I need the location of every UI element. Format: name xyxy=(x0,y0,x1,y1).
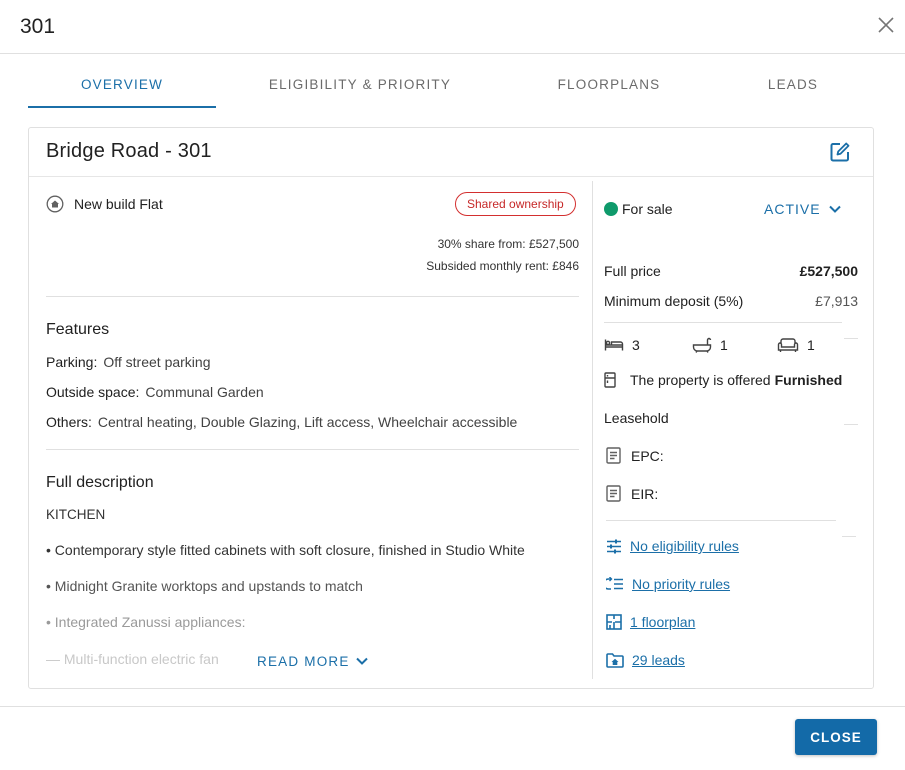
folder-leads-icon xyxy=(606,652,624,668)
active-tab-indicator xyxy=(28,106,216,108)
status-dot xyxy=(604,202,618,216)
description-line: — Multi-function electric fan xyxy=(46,651,219,667)
description-line: • Contemporary style fitted cabinets wit… xyxy=(46,542,525,558)
bath-icon xyxy=(692,337,712,353)
monthly-rent: Subsided monthly rent: £846 xyxy=(426,259,579,273)
document-icon xyxy=(606,447,621,464)
divider xyxy=(46,296,579,297)
description-line: • Integrated Zanussi appliances: xyxy=(46,614,246,630)
property-dialog: 301 OVERVIEW ELIGIBILITY & PRIORITY FLOO… xyxy=(0,0,905,770)
furnished-row: The property is offered Furnished xyxy=(604,372,842,388)
chevron-down-icon xyxy=(828,205,841,213)
tab-floorplans[interactable]: FLOORPLANS xyxy=(512,54,706,110)
feature-value: Communal Garden xyxy=(145,384,264,400)
sale-status: For sale xyxy=(604,201,673,217)
divider xyxy=(844,424,858,425)
deposit-row: Minimum deposit (5%) £7,913 xyxy=(604,293,858,309)
sliders-icon xyxy=(607,539,621,553)
property-type: New build Flat xyxy=(74,196,163,212)
floorplan-label[interactable]: 1 floorplan xyxy=(630,614,695,630)
chevron-down-icon xyxy=(355,657,368,665)
epc-row: EPC: xyxy=(606,447,664,464)
priority-rules-link[interactable]: No priority rules xyxy=(606,576,730,592)
living-room-count: 1 xyxy=(807,337,815,353)
column-divider xyxy=(592,181,593,679)
epc-label: EPC: xyxy=(631,447,664,464)
feature-value: Central heating, Double Glazing, Lift ac… xyxy=(97,414,518,430)
features-heading: Features xyxy=(46,321,110,338)
full-price-row: Full price £527,500 xyxy=(604,263,858,279)
bathroom-count: 1 xyxy=(720,337,728,353)
property-card: Bridge Road - 301 New build Flat Shared … xyxy=(28,127,874,689)
read-more-button[interactable]: READ MORE xyxy=(255,651,370,671)
eligibility-rules-label[interactable]: No eligibility rules xyxy=(630,538,739,554)
feature-value: Off street parking xyxy=(103,354,211,370)
dialog-header: 301 xyxy=(0,0,905,54)
full-price-label: Full price xyxy=(604,263,661,279)
feature-others: Others: Central heating, Double Glazing, … xyxy=(46,414,517,430)
home-icon xyxy=(46,195,64,213)
tenure: Leasehold xyxy=(604,410,669,426)
divider xyxy=(604,322,842,323)
share-price: 30% share from: £527,500 xyxy=(437,237,579,251)
dialog-title: 301 xyxy=(20,15,56,38)
furnished-prefix: The property is offered xyxy=(630,372,771,388)
ownership-badge: Shared ownership xyxy=(455,192,576,216)
leads-link[interactable]: 29 leads xyxy=(606,652,685,668)
feature-key: Others: xyxy=(46,414,92,430)
divider xyxy=(844,338,858,339)
eir-label: EIR: xyxy=(631,485,659,502)
eligibility-rules-link[interactable]: No eligibility rules xyxy=(606,538,739,554)
document-icon xyxy=(606,485,621,502)
bathrooms: 1 xyxy=(692,337,777,353)
bedroom-count: 3 xyxy=(632,337,640,353)
bedrooms: 3 xyxy=(604,337,692,353)
divider xyxy=(842,536,856,537)
property-type-row: New build Flat xyxy=(46,193,163,215)
priority-rules-label[interactable]: No priority rules xyxy=(632,576,730,592)
priority-list-icon xyxy=(606,577,623,590)
tab-overview[interactable]: OVERVIEW xyxy=(28,54,216,110)
feature-key: Parking: xyxy=(46,354,98,370)
close-icon[interactable] xyxy=(876,15,896,35)
status-text: For sale xyxy=(622,201,673,217)
feature-outside-space: Outside space: Communal Garden xyxy=(46,384,264,400)
divider xyxy=(606,520,836,521)
living-rooms: 1 xyxy=(777,337,815,353)
state-dropdown[interactable]: ACTIVE xyxy=(764,201,841,217)
property-title: Bridge Road - 301 xyxy=(46,140,212,162)
tab-leads[interactable]: LEADS xyxy=(744,54,842,110)
floorplan-link[interactable]: 1 floorplan xyxy=(606,614,695,630)
furnished-value: Furnished xyxy=(774,372,843,388)
close-button[interactable]: CLOSE xyxy=(795,719,877,755)
fridge-icon xyxy=(604,372,616,388)
footer-divider xyxy=(0,706,905,707)
description-line: • Midnight Granite worktops and upstands… xyxy=(46,578,363,594)
floorplan-icon xyxy=(606,614,622,630)
divider xyxy=(46,449,579,450)
deposit-value: £7,913 xyxy=(815,293,858,309)
read-more-label: READ MORE xyxy=(257,653,350,669)
state-dropdown-value: ACTIVE xyxy=(764,201,821,217)
full-price-value: £527,500 xyxy=(799,263,858,279)
description-heading: Full description xyxy=(46,474,154,491)
deposit-label: Minimum deposit (5%) xyxy=(604,293,744,309)
edit-icon[interactable] xyxy=(829,141,851,163)
bed-icon xyxy=(604,339,624,351)
rooms-row: 3 1 1 xyxy=(604,337,815,353)
leads-label[interactable]: 29 leads xyxy=(632,652,685,668)
tab-bar: OVERVIEW ELIGIBILITY & PRIORITY FLOORPLA… xyxy=(28,54,876,110)
tab-eligibility-priority[interactable]: ELIGIBILITY & PRIORITY xyxy=(254,54,466,110)
card-header: Bridge Road - 301 xyxy=(29,128,873,177)
sofa-icon xyxy=(777,337,799,352)
eir-row: EIR: xyxy=(606,485,658,502)
feature-key: Outside space: xyxy=(46,384,140,400)
description-line: KITCHEN xyxy=(46,507,106,522)
feature-parking: Parking: Off street parking xyxy=(46,354,211,370)
